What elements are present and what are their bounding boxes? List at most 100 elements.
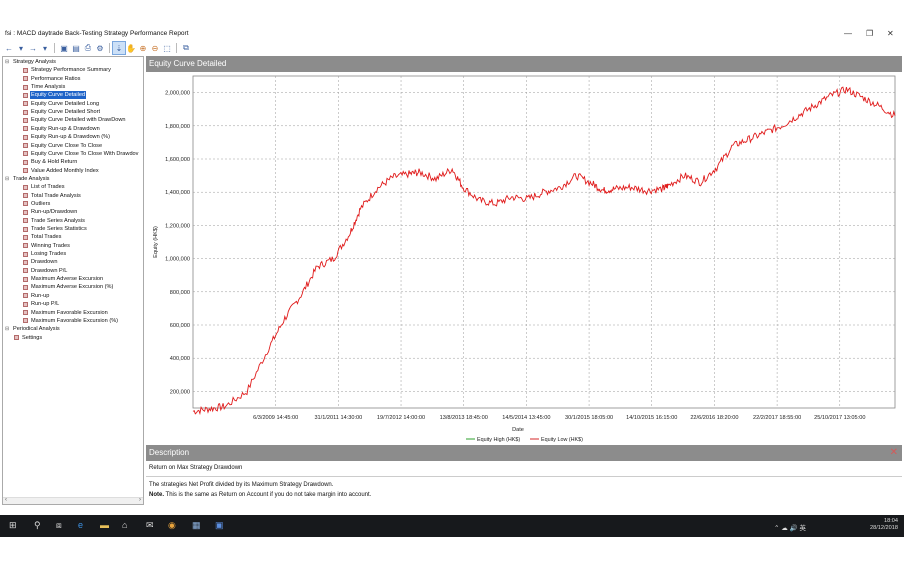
clock-date: 28/12/2018 [870, 525, 898, 531]
equity-chart[interactable]: 200,000 400,000 600,000 800,000 1,000,000 1,2… [146, 72, 902, 443]
report-icon [23, 101, 28, 107]
tree-label: Run-up/Drawdown [31, 209, 78, 216]
store-icon[interactable]: ⌂ [122, 520, 127, 530]
tree-item[interactable]: Equity Curve Close To Close With Drawdov [23, 150, 139, 158]
report-icon [23, 234, 28, 240]
tree-item[interactable]: Equity Curve Detailed Long [23, 100, 100, 108]
pan-icon[interactable]: ✋ [125, 42, 137, 54]
save-icon[interactable]: ▣ [58, 42, 70, 54]
tree-label: Outliers [31, 200, 51, 207]
task-view-icon[interactable]: ⧈ [56, 520, 62, 531]
report-icon [23, 134, 28, 140]
scroll-left-icon[interactable]: ‹ [5, 497, 7, 503]
toolbar-separator [176, 43, 177, 53]
description-title: Return on Max Strategy Drawdown [149, 465, 243, 471]
tree-label: Maximum Favorable Excursion [31, 309, 108, 316]
print-icon[interactable]: ⎙ [82, 42, 94, 54]
back-dropdown-icon[interactable]: ▾ [15, 42, 27, 54]
tree-label: Trade Series Statistics [31, 226, 87, 232]
tree-item[interactable]: Equity Curve Detailed [23, 91, 87, 100]
tree-item[interactable]: Maximum Adverse Excursion [23, 275, 104, 283]
back-icon[interactable]: ← [3, 42, 15, 54]
tree-item[interactable]: Maximum Favorable Excursion [23, 309, 109, 317]
file-explorer-icon[interactable]: ▬ [100, 520, 109, 530]
zoom-in-icon[interactable]: ⊕ [137, 42, 149, 54]
fit-icon[interactable]: ⬚ [161, 42, 173, 54]
tree-item[interactable]: Time Analysis [23, 83, 66, 91]
tree-item[interactable]: List of Trades [23, 183, 66, 191]
tree-item[interactable]: Equity Curve Detailed with DrawDown [23, 116, 127, 124]
restore-button[interactable]: ❐ [866, 29, 873, 38]
tree-item[interactable]: Total Trades [23, 233, 62, 241]
tree-item[interactable]: Drawdown P/L [23, 267, 68, 275]
app-icon[interactable]: ▦ [192, 520, 201, 531]
search-icon[interactable]: ⚲ [34, 520, 41, 531]
report-icon [23, 276, 28, 282]
export-icon[interactable]: ⧉ [180, 42, 192, 54]
expander-icon[interactable]: ⊟ [5, 325, 10, 333]
tree-item[interactable]: Winning Trades [23, 242, 71, 250]
close-button[interactable]: ✕ [887, 29, 894, 38]
expander-icon[interactable]: ⊟ [5, 175, 10, 183]
tree-group[interactable]: ⊟ Trade Analysis [5, 175, 50, 183]
x-tick-label: 13/8/2013 18:45:00 [440, 415, 488, 421]
x-tick-label: 30/1/2015 18:05:00 [565, 415, 613, 421]
tree-item[interactable]: Outliers [23, 200, 51, 208]
tree-item[interactable]: Equity Run-up & Drawdown (%) [23, 133, 111, 141]
report-icon [23, 76, 28, 82]
tree-label: Trade Analysis [13, 175, 50, 182]
tree-item[interactable]: Trade Series Analysis [23, 217, 86, 225]
tree-item[interactable]: Run-up P/L [23, 300, 60, 308]
expander-icon[interactable]: ⊟ [5, 58, 10, 66]
tree-item[interactable]: Performance Ratios [23, 75, 81, 83]
tree-item[interactable]: Run-up [23, 292, 50, 300]
report-icon [23, 92, 28, 98]
x-tick-label: 6/3/2009 14:45:00 [253, 415, 298, 421]
y-tick-label: 800,000 [170, 290, 190, 296]
toolbar-separator [109, 43, 110, 53]
system-tray[interactable]: ⌃ ☁ 🔊 英 [774, 522, 806, 532]
tree-item[interactable]: Losing Trades [23, 250, 67, 258]
tree-group[interactable]: ⊟ Strategy Analysis [5, 58, 57, 66]
x-tick-label: 14/5/2014 13:45:00 [502, 415, 550, 421]
report-icon [23, 168, 28, 174]
tree-label: Equity Curve Detailed with DrawDown [31, 117, 126, 124]
mail-icon[interactable]: ✉ [146, 520, 154, 531]
report-icon [14, 335, 19, 341]
clock[interactable]: 18:04 28/12/2018 [870, 518, 898, 532]
pointer-icon[interactable]: ⇣ [112, 41, 126, 55]
tree-item[interactable]: Buy & Hold Return [23, 158, 78, 166]
tree-item[interactable]: Maximum Adverse Excursion (%) [23, 283, 114, 291]
scroll-right-icon[interactable]: › [139, 497, 141, 503]
tree-item[interactable]: Equity Curve Detailed Short [23, 108, 101, 116]
forward-dropdown-icon[interactable]: ▾ [39, 42, 51, 54]
minimize-button[interactable]: — [844, 29, 852, 38]
description-note-label: Note. [149, 492, 164, 498]
report-tree[interactable]: ⊟ Strategy Analysis Strategy Performance S… [2, 56, 144, 505]
tree-label: Total Trade Analysis [31, 192, 81, 199]
tree-label: Total Trades [31, 234, 62, 241]
y-tick-label: 600,000 [170, 323, 190, 329]
tree-label: Winning Trades [31, 242, 70, 249]
chrome-icon[interactable]: ◉ [168, 520, 176, 531]
tree-horizontal-scrollbar[interactable]: ‹ › [3, 497, 143, 504]
tree-item[interactable]: Maximum Favorable Excursion (%) [23, 317, 119, 325]
tree-item[interactable]: Strategy Performance Summary [23, 66, 112, 74]
open-icon[interactable]: ▤ [70, 42, 82, 54]
tree-group[interactable]: ⊟ Periodical Analysis [5, 325, 61, 333]
zoom-out-icon[interactable]: ⊖ [149, 42, 161, 54]
tree-item[interactable]: Settings [14, 334, 43, 342]
tree-item[interactable]: Total Trade Analysis [23, 192, 82, 200]
tree-item[interactable]: Equity Curve Close To Close [23, 142, 103, 150]
settings-icon[interactable]: ⚙ [94, 42, 106, 54]
tree-item[interactable]: Run-up/Drawdown [23, 208, 78, 216]
app-icon-2[interactable]: ▣ [215, 520, 224, 531]
close-description-icon[interactable]: ✕ [890, 447, 898, 458]
forward-icon[interactable]: → [27, 42, 39, 54]
tree-item[interactable]: Value Added Monthly Index [23, 167, 100, 175]
windows-icon[interactable]: ⊞ [9, 520, 17, 531]
edge-icon[interactable]: e [78, 520, 83, 530]
tree-item[interactable]: Equity Run-up & Drawdown [23, 125, 101, 133]
tree-item[interactable]: Trade Series Statistics [23, 225, 88, 233]
tree-item[interactable]: Drawdown [23, 258, 58, 266]
